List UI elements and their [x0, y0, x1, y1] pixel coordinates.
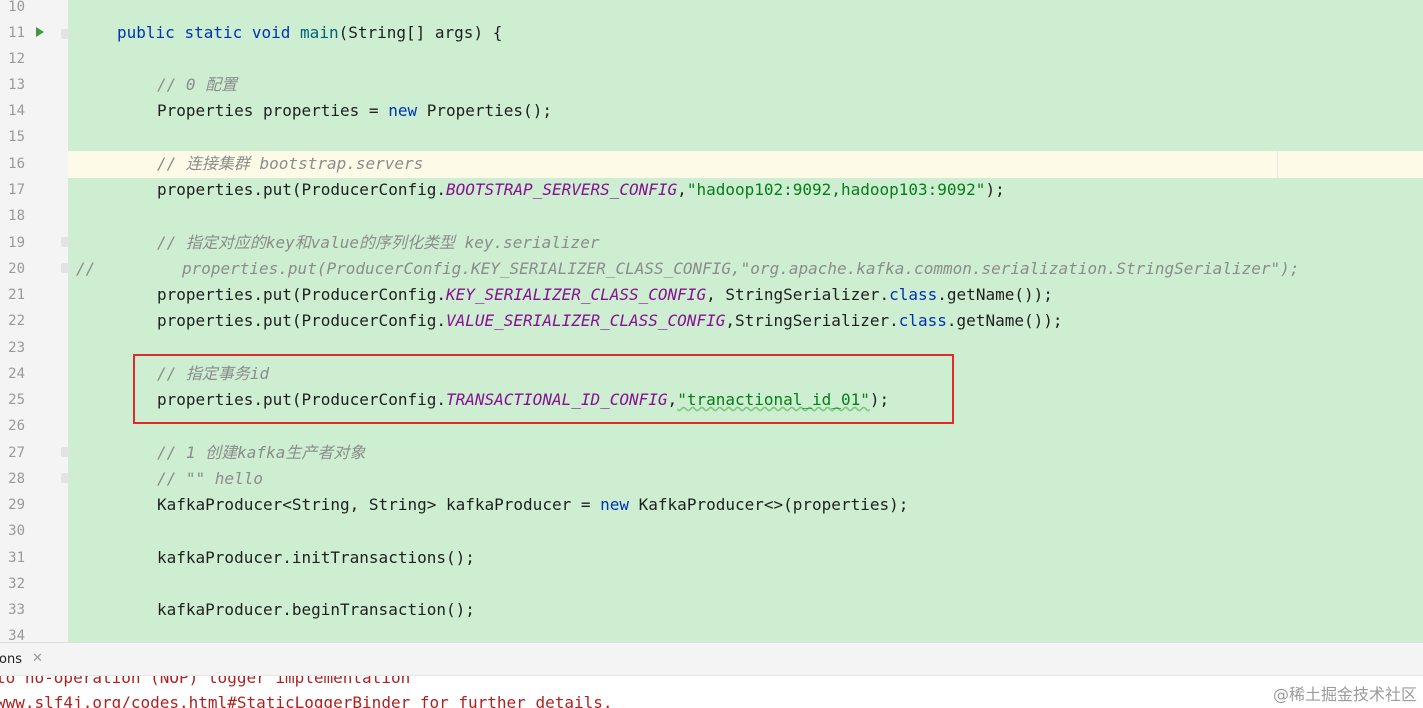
code-comment: // properties.put(ProducerConfig.KEY_SER… [76, 259, 1300, 278]
code-token: static [184, 23, 243, 42]
code-comment: // 1 创建kafka生产者对象 [157, 443, 366, 462]
tab-label[interactable]: ons [0, 652, 22, 667]
code-line: kafkaProducer.initTransactions(); [157, 548, 475, 567]
code-token: ,StringSerializer. [725, 311, 899, 330]
code-token: Properties(); [417, 101, 552, 120]
bottom-tool-tabbar: ons ✕ [0, 642, 1423, 676]
console-line: www.slf4j.org/codes.html#StaticLoggerBin… [0, 693, 613, 708]
code-token: public [117, 23, 175, 42]
line-number: 15 [8, 129, 25, 145]
line-number: 14 [8, 103, 25, 119]
code-token: main [300, 23, 339, 42]
code-token: "hadoop102:9092,hadoop103:9092" [686, 180, 986, 199]
line-number: 19 [8, 235, 25, 251]
annotation-highlight-box [133, 354, 954, 424]
code-token: KafkaProducer<>(properties); [629, 495, 909, 514]
code-line: properties.put(ProducerConfig.VALUE_SERI… [157, 308, 1063, 334]
line-number: 31 [8, 550, 25, 566]
line-number: 11 [8, 25, 25, 41]
code-token: new [388, 101, 418, 120]
console-line: to no-operation (NOP) logger implementat… [0, 676, 411, 687]
code-line: kafkaProducer.beginTransaction(); [157, 600, 475, 619]
code-token: new [600, 495, 630, 514]
line-number: 30 [8, 523, 25, 539]
code-token: class [889, 285, 938, 304]
close-icon[interactable]: ✕ [32, 651, 43, 666]
code-comment: // "" hello [157, 469, 263, 488]
code-token: , StringSerializer. [706, 285, 890, 304]
code-token: VALUE_SERIALIZER_CLASS_CONFIG [445, 311, 726, 330]
code-comment: // 指定对应的key和value的序列化类型 key.serializer [157, 233, 600, 252]
fold-marker-icon[interactable] [61, 29, 69, 39]
code-line: Properties properties = new Properties()… [157, 98, 552, 124]
fold-marker-icon[interactable] [61, 237, 69, 247]
watermark: @稀土掘金技术社区 [1272, 685, 1417, 704]
console-output: to no-operation (NOP) logger implementat… [0, 676, 1423, 708]
run-icon[interactable] [36, 27, 44, 37]
line-number: 22 [8, 313, 25, 329]
code-token: .getName()); [946, 311, 1063, 330]
code-token: properties.put(ProducerConfig. [157, 311, 446, 330]
line-number: 16 [8, 156, 25, 172]
line-number: 21 [8, 287, 25, 303]
line-number: 10 [8, 0, 25, 15]
code-line: public static void main(String[] args) { [117, 20, 502, 46]
line-number: 13 [8, 77, 25, 93]
line-number: 25 [8, 392, 25, 408]
line-number: 26 [8, 418, 25, 434]
code-editor[interactable]: 10 11 12 13 14 15 16 17 18 19 20 21 22 2… [0, 0, 1423, 642]
fold-marker-icon[interactable] [61, 447, 69, 457]
code-token: (String[] args) { [338, 23, 503, 42]
line-number: 20 [8, 261, 25, 277]
code-comment: // 连接集群 bootstrap.servers [157, 154, 424, 173]
code-token: , [677, 180, 687, 199]
line-number: 24 [8, 366, 25, 382]
code-token: KEY_SERIALIZER_CLASS_CONFIG [445, 285, 707, 304]
line-number: 28 [8, 471, 25, 487]
line-number: 17 [8, 182, 25, 198]
code-token: properties.put(ProducerConfig. [157, 285, 446, 304]
line-number: 34 [8, 628, 25, 642]
line-number: 23 [8, 340, 25, 356]
line-number: 27 [8, 445, 25, 461]
right-margin-guide [1277, 151, 1278, 178]
line-number: 18 [8, 208, 25, 224]
fold-marker-icon[interactable] [61, 473, 69, 483]
code-token: void [251, 23, 291, 42]
line-number: 32 [8, 576, 25, 592]
fold-marker-icon[interactable] [61, 263, 69, 273]
code-token: ); [985, 180, 1005, 199]
code-token: .getName()); [937, 285, 1053, 304]
line-number: 29 [8, 497, 25, 513]
code-line: properties.put(ProducerConfig.BOOTSTRAP_… [157, 177, 1005, 203]
code-token: class [898, 311, 947, 330]
line-number: 33 [8, 602, 25, 618]
code-line: KafkaProducer<String, String> kafkaProdu… [157, 492, 908, 518]
code-token: properties.put(ProducerConfig. [157, 180, 446, 199]
line-number: 12 [8, 51, 25, 67]
code-line: properties.put(ProducerConfig.KEY_SERIAL… [157, 282, 1053, 308]
code-comment: // 0 配置 [157, 75, 238, 94]
code-token: KafkaProducer<String, String> kafkaProdu… [157, 495, 601, 514]
code-token: Properties properties = [157, 101, 389, 120]
code-token: BOOTSTRAP_SERVERS_CONFIG [445, 180, 678, 199]
